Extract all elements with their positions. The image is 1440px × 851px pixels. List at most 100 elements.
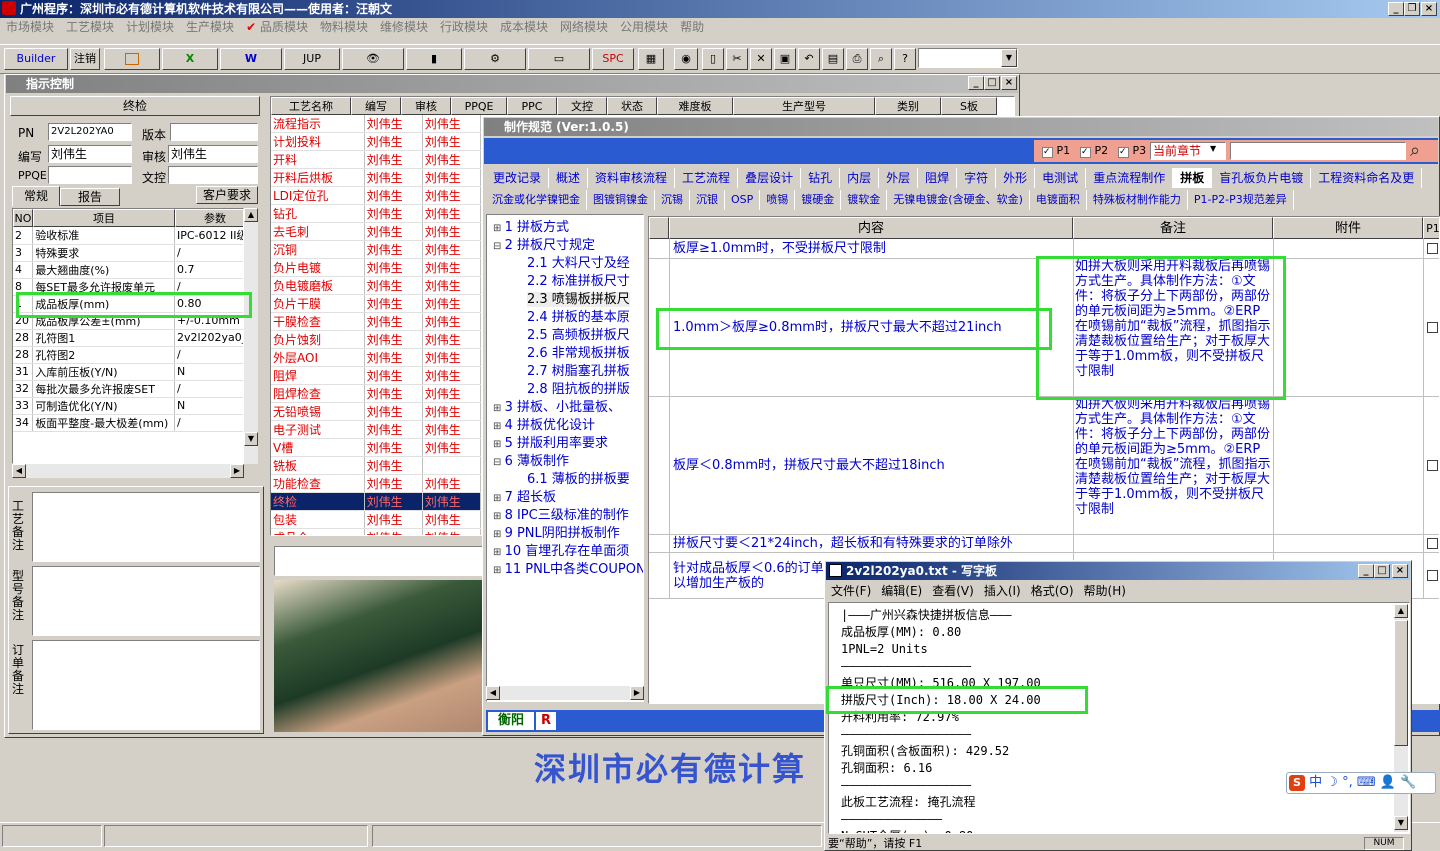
- tree-node[interactable]: 2.4 拼板的基本原: [487, 309, 643, 327]
- tree-node[interactable]: ⊞ 1 拼板方式: [487, 219, 643, 237]
- process-row[interactable]: 开料 刘伟生 刘伟生: [271, 150, 482, 169]
- process-row[interactable]: LDI定位孔 刘伟生 刘伟生: [271, 186, 482, 205]
- expand-icon[interactable]: ⊞: [493, 403, 505, 414]
- p1-checkbox[interactable]: [1427, 242, 1438, 254]
- process-row[interactable]: 开料后烘板 刘伟生 刘伟生: [271, 168, 482, 187]
- spec-subtab[interactable]: 特殊板材制作能力: [1087, 190, 1188, 210]
- expand-icon[interactable]: ⊞: [493, 511, 505, 522]
- process-remark-field[interactable]: [32, 492, 260, 562]
- process-row[interactable]: 流程指示 刘伟生 刘伟生: [271, 115, 482, 133]
- spec-tab[interactable]: 叠层设计: [738, 168, 802, 188]
- param-hscrollbar[interactable]: ◀ ▶: [12, 464, 244, 478]
- scroll-up-icon[interactable]: ▲: [1394, 604, 1408, 618]
- tab-hengyang[interactable]: 衡阳: [488, 712, 534, 730]
- word-icon[interactable]: W: [220, 48, 282, 70]
- version-field[interactable]: [170, 123, 258, 141]
- new-icon[interactable]: ▯: [702, 48, 724, 70]
- param-row[interactable]: 32 每批次最多允许报废SET /: [13, 380, 243, 398]
- user-icon[interactable]: 👤: [1380, 775, 1396, 790]
- spec-subtab[interactable]: P1-P2-P3规范差异: [1188, 190, 1294, 210]
- restore-icon[interactable]: □: [984, 76, 1000, 90]
- expand-icon[interactable]: ⊞: [493, 493, 505, 504]
- tree-node[interactable]: ⊞ 3 拼板、小批量板、: [487, 399, 643, 417]
- spec-tab[interactable]: 内层: [840, 168, 880, 188]
- filter-p2[interactable]: ✓ P2: [1080, 144, 1108, 158]
- tree-node[interactable]: 6.1 薄板的拼板要: [487, 471, 643, 489]
- toolbar-combo[interactable]: ▼: [918, 48, 1018, 68]
- spec-tab[interactable]: 概述: [549, 168, 589, 188]
- tree-node[interactable]: 2.8 阻抗板的拼版: [487, 381, 643, 399]
- tab-report[interactable]: 报告: [60, 188, 120, 206]
- process-row[interactable]: 阻焊检查 刘伟生 刘伟生: [271, 384, 482, 403]
- delete-icon[interactable]: ✕: [750, 48, 772, 70]
- tab-r[interactable]: R: [536, 712, 556, 730]
- spec-subtab[interactable]: 沉银: [690, 190, 725, 210]
- minimize-icon[interactable]: _: [968, 76, 984, 90]
- tree-hscrollbar[interactable]: ◀ ▶: [486, 686, 644, 700]
- expand-icon[interactable]: ⊞: [493, 565, 505, 576]
- excel-icon[interactable]: X: [162, 48, 218, 70]
- close-icon[interactable]: ×: [1421, 2, 1437, 16]
- database-icon[interactable]: ▮: [406, 48, 462, 70]
- tree-node[interactable]: ⊞ 9 PNL阴阳拼板制作: [487, 525, 643, 543]
- spec-row[interactable]: 拼板尺寸要＜21*24inch，超长板和有特殊要求的订单除外: [649, 535, 1439, 553]
- spec-subtab[interactable]: 无镍电镀金(含硬金、软金): [887, 190, 1030, 210]
- spec-subtab[interactable]: 沉锡: [655, 190, 690, 210]
- spec-tab[interactable]: 工程资料命名及更: [1311, 168, 1423, 188]
- tab-general[interactable]: 常规: [12, 186, 60, 206]
- expand-icon[interactable]: ⊞: [493, 439, 505, 450]
- expand-icon[interactable]: ⊞: [493, 223, 505, 234]
- process-row[interactable]: 终检 刘伟生 刘伟生: [271, 492, 482, 511]
- param-scrollbar[interactable]: ▲ ▼: [244, 208, 258, 464]
- scroll-down-icon[interactable]: ▼: [1394, 816, 1408, 830]
- tree-node[interactable]: 2.6 非常规板拼板: [487, 345, 643, 363]
- process-row[interactable]: 外层AOI 刘伟生 刘伟生: [271, 348, 482, 367]
- tree-node[interactable]: 2.2 标准拼板尺寸: [487, 273, 643, 291]
- computer-icon[interactable]: ▭: [528, 48, 590, 70]
- wordpad-menu-item[interactable]: 格式(O): [1026, 581, 1079, 601]
- reviewer-field[interactable]: 刘伟生: [168, 145, 258, 163]
- scroll-left-icon[interactable]: ◀: [12, 464, 26, 478]
- process-row[interactable]: 负片电镀 刘伟生 刘伟生: [271, 258, 482, 277]
- moon-icon[interactable]: ☽: [1326, 775, 1338, 790]
- settings-icon[interactable]: 🔧: [1400, 775, 1416, 790]
- author-field[interactable]: 刘伟生: [48, 145, 132, 163]
- spec-tab[interactable]: 外层: [879, 168, 919, 188]
- spec-tab[interactable]: 拼板: [1173, 168, 1213, 188]
- tree-node[interactable]: 2.5 高频板拼板尺: [487, 327, 643, 345]
- spec-tab[interactable]: 资料审核流程: [588, 168, 676, 188]
- process-row[interactable]: 功能检查 刘伟生 刘伟生: [271, 474, 482, 493]
- spc-button[interactable]: SPC: [592, 48, 634, 70]
- chevron-down-icon[interactable]: ▼: [1210, 144, 1216, 153]
- builder-button[interactable]: Builder: [4, 48, 68, 70]
- menu-admin[interactable]: 行政模块: [434, 18, 494, 36]
- p1-checkbox[interactable]: [1427, 537, 1438, 549]
- menu-help[interactable]: 帮助: [674, 18, 710, 36]
- process-row[interactable]: 无铅喷锡 刘伟生 刘伟生: [271, 402, 482, 421]
- spec-subtab[interactable]: OSP: [725, 190, 761, 210]
- process-row[interactable]: 阻焊 刘伟生 刘伟生: [271, 366, 482, 385]
- spec-subtab[interactable]: 电镀面积: [1030, 190, 1087, 210]
- restore-icon[interactable]: □: [1374, 564, 1390, 578]
- tree-node[interactable]: ⊞ 8 IPC三级标准的制作: [487, 507, 643, 525]
- wordpad-scrollbar[interactable]: ▲ ▼: [1394, 604, 1408, 832]
- menu-public[interactable]: 公用模块: [614, 18, 674, 36]
- minimize-icon[interactable]: _: [1388, 2, 1404, 16]
- filter-p3[interactable]: ✓ P3: [1118, 144, 1146, 158]
- process-row[interactable]: 去毛刺 刘伟生 刘伟生: [271, 222, 482, 241]
- tree-node[interactable]: 2.1 大料尺寸及经: [487, 255, 643, 273]
- expand-icon[interactable]: ⊟: [493, 457, 505, 468]
- param-row[interactable]: 28 孔符图2/: [13, 346, 243, 364]
- process-row[interactable]: 计划投料 刘伟生 刘伟生: [271, 132, 482, 151]
- process-row[interactable]: 干膜检查 刘伟生 刘伟生: [271, 312, 482, 331]
- undo-icon[interactable]: ↶: [798, 48, 820, 70]
- tree-node[interactable]: ⊞ 7 超长板: [487, 489, 643, 507]
- save-icon[interactable]: ▣: [774, 48, 796, 70]
- help-icon[interactable]: ?: [894, 48, 916, 70]
- globe-icon[interactable]: ◉: [674, 48, 698, 70]
- menu-plan[interactable]: 计划模块: [120, 18, 180, 36]
- tree-node[interactable]: ⊞ 4 拼板优化设计: [487, 417, 643, 435]
- expand-icon[interactable]: ⊟: [493, 241, 505, 252]
- tree-node[interactable]: 2.7 树脂塞孔拼板: [487, 363, 643, 381]
- ime-language[interactable]: 中: [1309, 775, 1322, 790]
